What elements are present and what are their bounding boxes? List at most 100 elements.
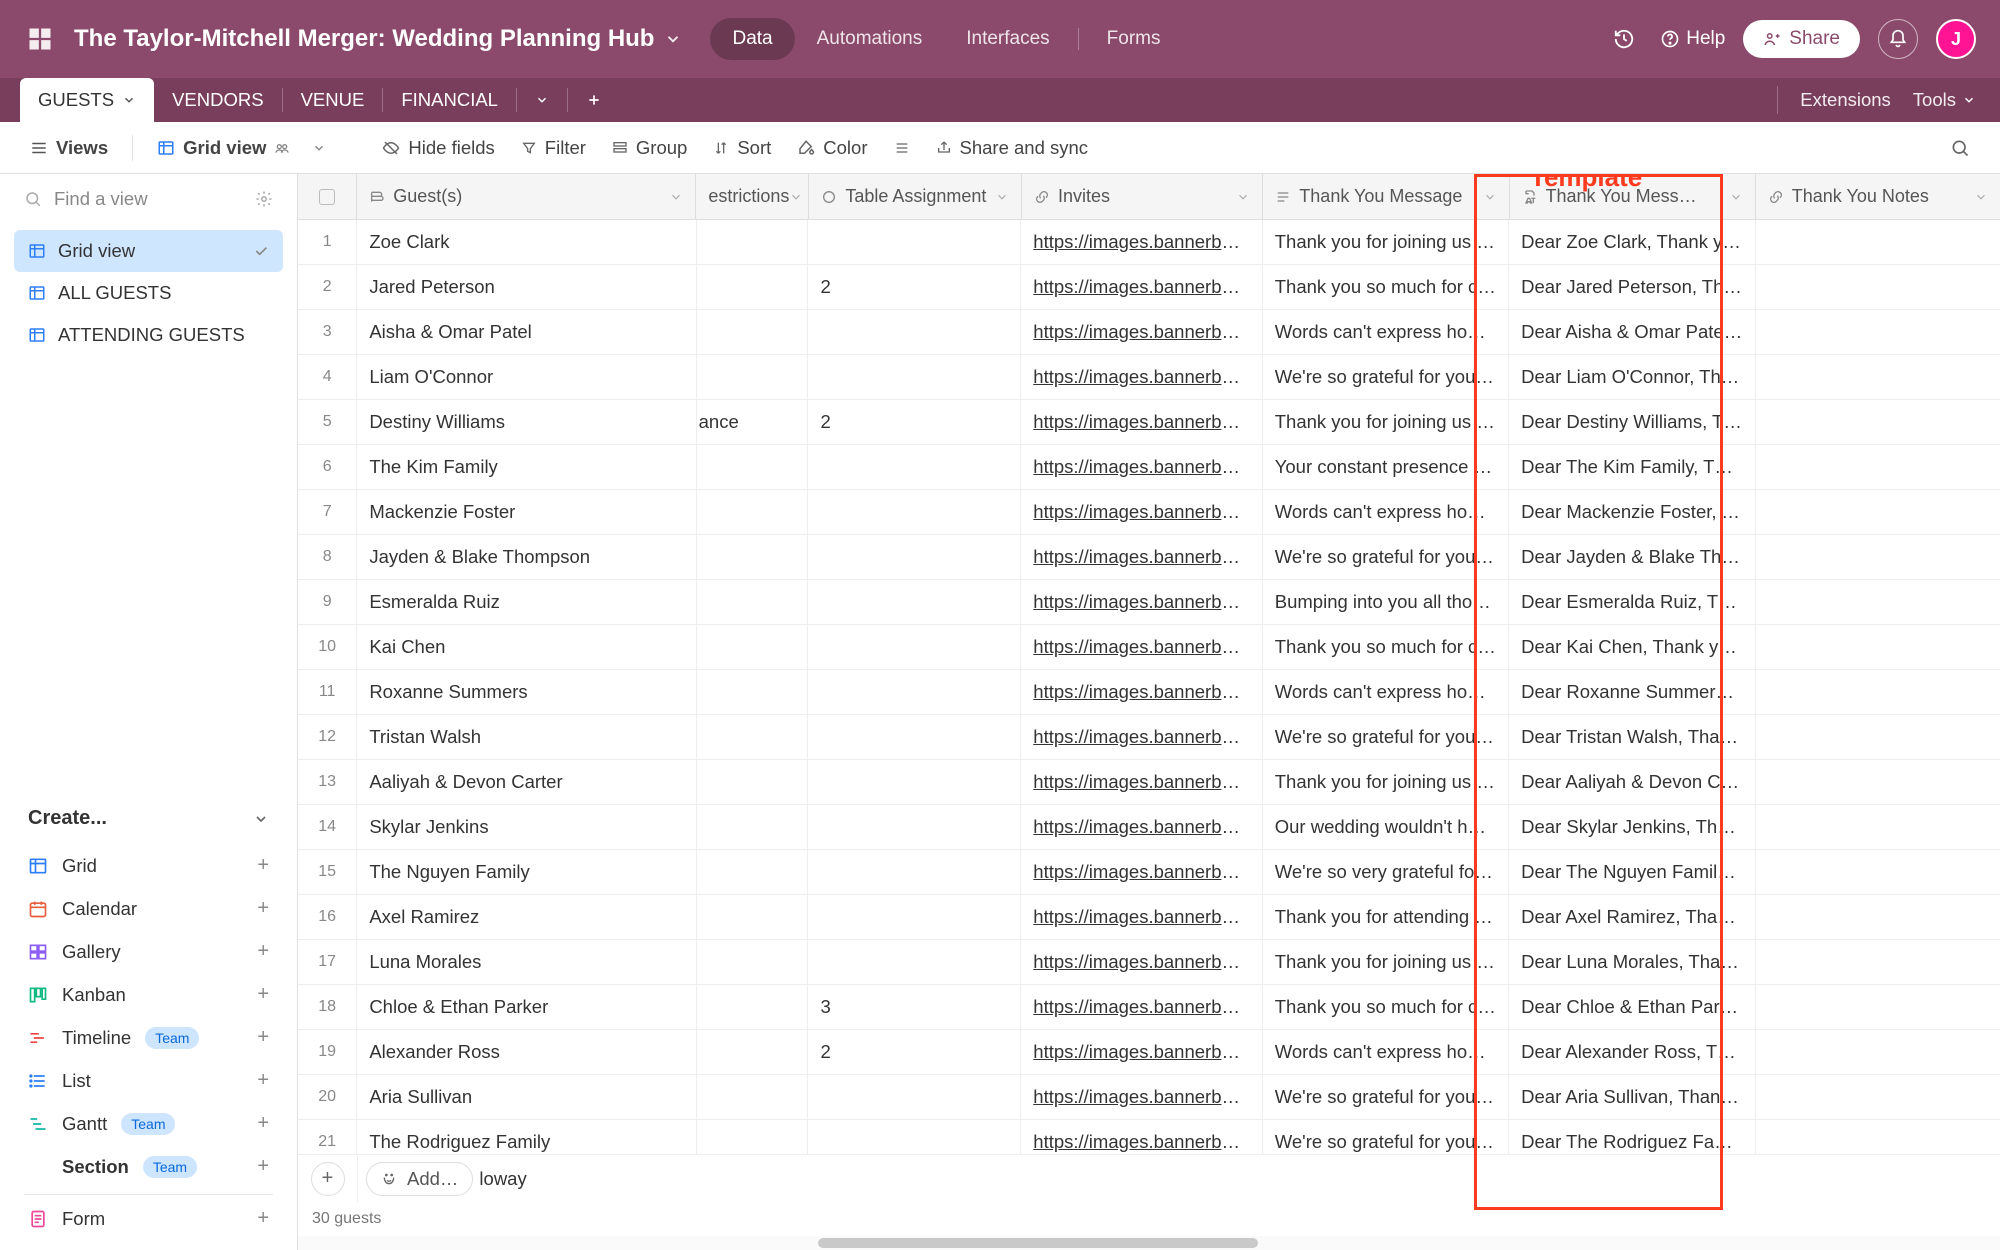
chevron-down-icon[interactable] xyxy=(664,30,682,48)
cell-thank-you-notes[interactable] xyxy=(1756,535,2000,579)
cell-invites[interactable]: https://images.bannerbea... xyxy=(1021,220,1262,264)
cell-restrictions[interactable] xyxy=(697,445,809,489)
cell-thank-you-message[interactable]: Thank you for joining us o… xyxy=(1263,400,1509,444)
cell-table-assignment[interactable] xyxy=(808,1120,1021,1154)
cell-invites[interactable]: https://images.bannerbea... xyxy=(1021,1120,1262,1154)
add-record-button[interactable]: Add… xyxy=(366,1162,473,1196)
cell-guest[interactable]: Skylar Jenkins xyxy=(357,805,696,849)
row-number[interactable]: 19 xyxy=(298,1030,357,1074)
cell-guest[interactable]: Jared Peterson xyxy=(357,265,696,309)
table-row[interactable]: 7Mackenzie Fosterhttps://images.bannerbe… xyxy=(298,490,2000,535)
cell-thank-you-notes[interactable] xyxy=(1756,355,2000,399)
cell-restrictions[interactable] xyxy=(697,850,809,894)
scrollbar-thumb[interactable] xyxy=(818,1238,1258,1248)
cell-guest[interactable]: The Nguyen Family xyxy=(357,850,696,894)
sidebar-view-all-guests[interactable]: ALL GUESTS xyxy=(14,272,283,314)
row-number[interactable]: 4 xyxy=(298,355,357,399)
cell-restrictions[interactable] xyxy=(697,580,809,624)
cell-thank-you-template[interactable]: Dear Jayden & Blake Tho… xyxy=(1509,535,1755,579)
row-number[interactable]: 10 xyxy=(298,625,357,669)
cell-thank-you-notes[interactable] xyxy=(1756,1075,2000,1119)
cell-restrictions[interactable]: ance xyxy=(697,400,809,444)
cell-restrictions[interactable] xyxy=(697,805,809,849)
row-number[interactable]: 6 xyxy=(298,445,357,489)
cell-thank-you-message[interactable]: We're so grateful for your… xyxy=(1263,1075,1509,1119)
table-row[interactable]: 3Aisha & Omar Patelhttps://images.banner… xyxy=(298,310,2000,355)
cell-thank-you-message[interactable]: We're so very grateful for… xyxy=(1263,850,1509,894)
table-row[interactable]: 16Axel Ramirezhttps://images.bannerbea..… xyxy=(298,895,2000,940)
cell-table-assignment[interactable] xyxy=(808,625,1021,669)
cell-table-assignment[interactable] xyxy=(808,670,1021,714)
grid-body[interactable]: 1Zoe Clarkhttps://images.bannerbea...Tha… xyxy=(298,220,2000,1154)
cell-restrictions[interactable] xyxy=(697,535,809,579)
nav-data[interactable]: Data xyxy=(710,18,794,60)
cell-thank-you-message[interactable]: We're so grateful for your… xyxy=(1263,1120,1509,1154)
cell-guest[interactable]: Aria Sullivan xyxy=(357,1075,696,1119)
cell-invites[interactable]: https://images.bannerbea... xyxy=(1021,895,1262,939)
cell-thank-you-message[interactable]: Thank you for joining us o… xyxy=(1263,940,1509,984)
table-row[interactable]: 11Roxanne Summershttps://images.bannerbe… xyxy=(298,670,2000,715)
table-row[interactable]: 18Chloe & Ethan Parker3https://images.ba… xyxy=(298,985,2000,1030)
table-row[interactable]: 21The Rodriguez Family https://images.ban… xyxy=(298,1120,2000,1154)
cell-thank-you-message[interactable]: Thank you for joining us o… xyxy=(1263,220,1509,264)
settings-icon[interactable] xyxy=(255,190,273,208)
cell-invites[interactable]: https://images.bannerbea... xyxy=(1021,715,1262,759)
table-row[interactable]: 17Luna Moraleshttps://images.bannerbea..… xyxy=(298,940,2000,985)
table-row[interactable]: 15The Nguyen Familyhttps://images.banner… xyxy=(298,850,2000,895)
cell-thank-you-template[interactable]: Dear Luna Morales, Than… xyxy=(1509,940,1755,984)
cell-table-assignment[interactable]: 3 xyxy=(808,985,1021,1029)
row-number[interactable]: 14 xyxy=(298,805,357,849)
tab-venue[interactable]: VENUE xyxy=(283,78,383,122)
cell-thank-you-template[interactable]: Dear Axel Ramirez, Thank… xyxy=(1509,895,1755,939)
cell-guest[interactable]: Alexander Ross xyxy=(357,1030,696,1074)
cell-guest[interactable]: The Rodriguez Family xyxy=(357,1120,696,1154)
cell-guest[interactable]: Axel Ramirez xyxy=(357,895,696,939)
cell-restrictions[interactable] xyxy=(697,760,809,804)
cell-thank-you-template[interactable]: Dear Esmeralda Ruiz, Tha… xyxy=(1509,580,1755,624)
table-row[interactable]: 1Zoe Clarkhttps://images.bannerbea...Tha… xyxy=(298,220,2000,265)
column-header-invites[interactable]: Invites xyxy=(1022,174,1263,219)
avatar[interactable]: J xyxy=(1936,19,1976,59)
cell-thank-you-template[interactable]: Dear The Rodriguez Famil… xyxy=(1509,1120,1755,1154)
plus-icon[interactable]: + xyxy=(257,1112,269,1135)
cell-guest[interactable]: Kai Chen xyxy=(357,625,696,669)
column-header-thank-you-notes[interactable]: Thank You Notes xyxy=(1756,174,2000,219)
cell-guest[interactable]: Mackenzie Foster xyxy=(357,490,696,534)
cell-thank-you-notes[interactable] xyxy=(1756,805,2000,849)
cell-invites[interactable]: https://images.bannerbea... xyxy=(1021,850,1262,894)
create-gallery[interactable]: Gallery+ xyxy=(24,930,273,973)
table-row[interactable]: 2Jared Peterson2https://images.bannerbea… xyxy=(298,265,2000,310)
cell-guest[interactable]: Luna Morales xyxy=(357,940,696,984)
cell-table-assignment[interactable] xyxy=(808,1075,1021,1119)
row-number[interactable]: 21 xyxy=(298,1120,357,1154)
nav-automations[interactable]: Automations xyxy=(795,18,945,60)
column-header-table-assignment[interactable]: Table Assignment xyxy=(809,174,1022,219)
tools-button[interactable]: Tools xyxy=(1913,89,1976,111)
cell-thank-you-notes[interactable] xyxy=(1756,895,2000,939)
cell-guest[interactable]: Aaliyah & Devon Carter xyxy=(357,760,696,804)
cell-thank-you-template[interactable]: Dear Mackenzie Foster, T… xyxy=(1509,490,1755,534)
view-switcher[interactable]: Grid view xyxy=(147,131,300,165)
share-sync-button[interactable]: Share and sync xyxy=(926,131,1099,165)
cell-thank-you-template[interactable]: Dear Aisha & Omar Patel, … xyxy=(1509,310,1755,354)
base-title[interactable]: The Taylor-Mitchell Merger: Wedding Plan… xyxy=(74,25,654,53)
cell-thank-you-template[interactable]: Dear Jared Peterson, Tha… xyxy=(1509,265,1755,309)
plus-icon[interactable]: + xyxy=(257,1207,269,1230)
cell-invites[interactable]: https://images.bannerbea... xyxy=(1021,805,1262,849)
table-row[interactable]: 8Jayden & Blake Thompsonhttps://images.b… xyxy=(298,535,2000,580)
cell-thank-you-notes[interactable] xyxy=(1756,265,2000,309)
cell-invites[interactable]: https://images.bannerbea... xyxy=(1021,1075,1262,1119)
view-options-chevron[interactable] xyxy=(306,135,332,161)
cell-invites[interactable]: https://images.bannerbea... xyxy=(1021,535,1262,579)
cell-restrictions[interactable] xyxy=(697,1120,809,1154)
cell-table-assignment[interactable] xyxy=(808,760,1021,804)
cell-thank-you-template[interactable]: Dear Zoe Clark, Thank yo… xyxy=(1509,220,1755,264)
cell-table-assignment[interactable] xyxy=(808,895,1021,939)
cell-thank-you-template[interactable]: Dear Roxanne Summers, … xyxy=(1509,670,1755,714)
cell-thank-you-template[interactable]: Dear The Kim Family, Tha… xyxy=(1509,445,1755,489)
cell-guest[interactable]: Chloe & Ethan Parker xyxy=(357,985,696,1029)
create-form[interactable]: Form+ xyxy=(24,1197,273,1240)
select-all-checkbox[interactable] xyxy=(298,174,357,219)
cell-thank-you-notes[interactable] xyxy=(1756,625,2000,669)
horizontal-scrollbar[interactable] xyxy=(298,1236,2000,1250)
